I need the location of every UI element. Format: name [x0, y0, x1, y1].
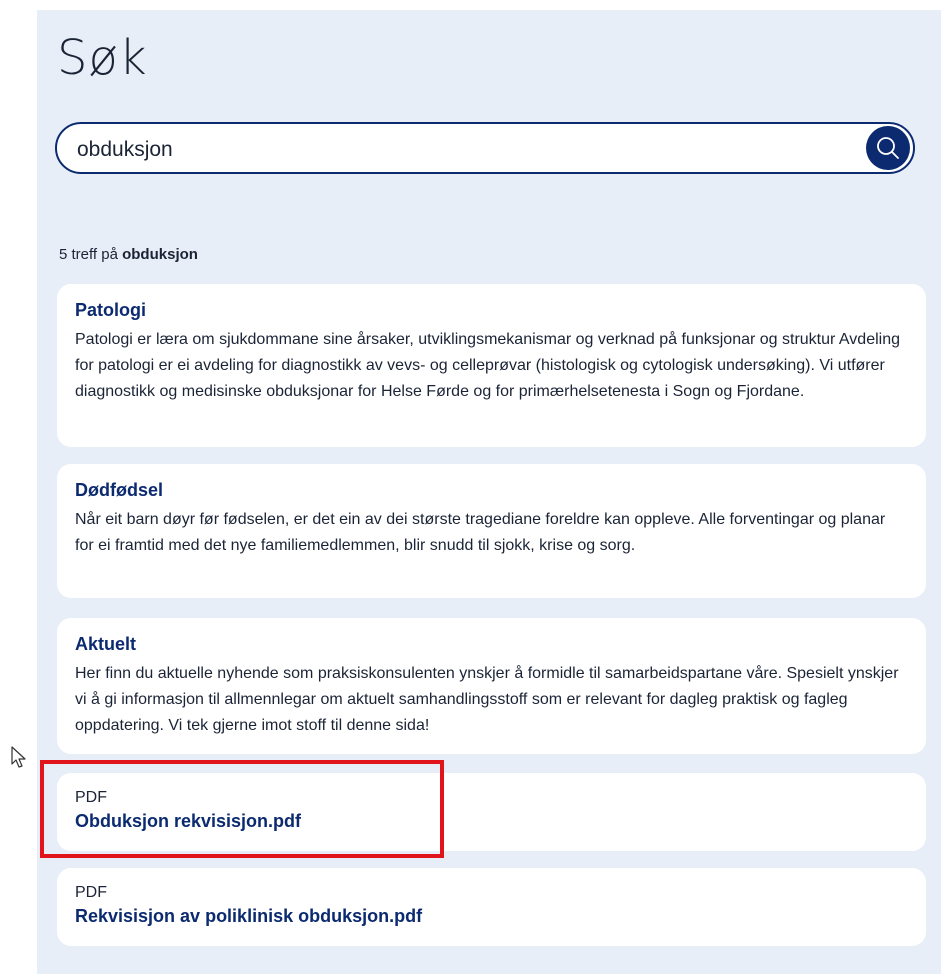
result-card: Patologi Patologi er læra om sjukdommane…	[57, 284, 926, 447]
page-title: Søk	[57, 30, 148, 86]
result-title-link[interactable]: Patologi	[75, 300, 908, 321]
results-count-query: obduksjon	[122, 246, 198, 263]
results-count: 5 treff på obduksjon	[59, 246, 198, 263]
result-title-link[interactable]: Dødfødsel	[75, 480, 908, 501]
search-input[interactable]	[75, 132, 839, 168]
file-type-label: PDF	[75, 884, 107, 901]
search-icon	[877, 137, 899, 159]
file-link[interactable]: Rekvisisjon av poliklinisk obduksjon.pdf	[75, 906, 908, 927]
search-button[interactable]	[866, 126, 910, 170]
result-card: Aktuelt Her finn du aktuelle nyhende som…	[57, 618, 926, 754]
search-bar	[55, 122, 915, 174]
mouse-cursor-icon	[11, 746, 26, 768]
result-card: Dødfødsel Når eit barn døyr før fødselen…	[57, 464, 926, 598]
result-title-link[interactable]: Aktuelt	[75, 634, 908, 655]
highlight-box	[40, 760, 444, 858]
results-count-text: treff på	[71, 246, 118, 263]
result-summary: Her finn du aktuelle nyhende som praksis…	[75, 665, 899, 734]
file-result-card: PDF Rekvisisjon av poliklinisk obduksjon…	[57, 868, 926, 946]
results-count-number: 5	[59, 246, 68, 263]
result-summary: Når eit barn døyr før fødselen, er det e…	[75, 511, 886, 554]
result-summary: Patologi er læra om sjukdommane sine års…	[75, 331, 900, 400]
